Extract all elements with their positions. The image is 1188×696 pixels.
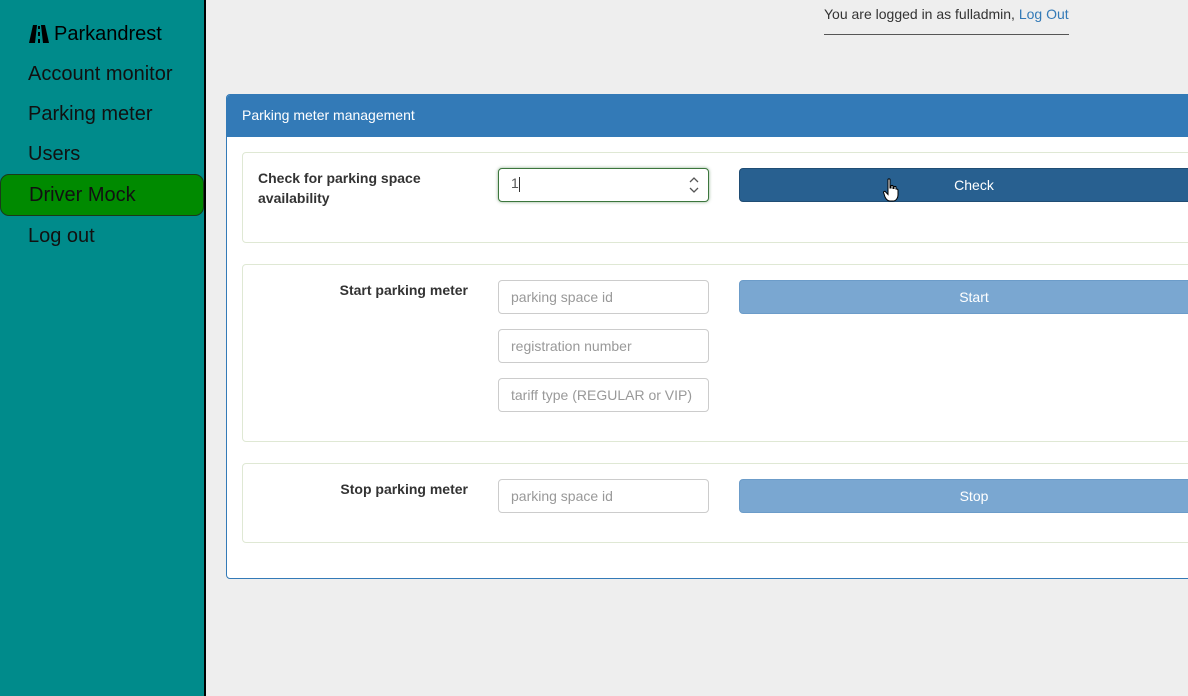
check-button[interactable]: Check — [739, 168, 1188, 202]
panel-title: Parking meter management — [227, 95, 1188, 137]
check-availability-label: Check for parking space availability — [258, 168, 458, 208]
sidebar: Parkandrest Account monitor Parking mete… — [0, 0, 206, 696]
logout-link[interactable]: Log Out — [1019, 6, 1069, 22]
start-meter-section: Start parking meter Start — [242, 264, 1188, 442]
sidebar-item-account-monitor[interactable]: Account monitor — [28, 60, 173, 88]
road-icon — [28, 23, 50, 45]
check-availability-section: Check for parking space availability 1 C… — [242, 152, 1188, 243]
parking-meter-panel: Parking meter management Check for parki… — [226, 94, 1188, 579]
sidebar-item-driver-mock[interactable]: Driver Mock — [0, 174, 204, 216]
check-label-line1: Check for parking space — [258, 170, 421, 186]
check-input-value: 1 — [511, 175, 519, 191]
start-button[interactable]: Start — [739, 280, 1188, 314]
stop-button[interactable]: Stop — [739, 479, 1188, 513]
number-spinner-icon[interactable] — [688, 175, 700, 195]
start-meter-label: Start parking meter — [339, 282, 468, 298]
brand[interactable]: Parkandrest — [28, 20, 162, 48]
check-space-id-input[interactable]: 1 — [498, 168, 709, 202]
sidebar-item-parking-meter[interactable]: Parking meter — [28, 100, 153, 128]
logged-in-text: You are logged in as fulladmin, — [824, 6, 1019, 22]
check-label-line2: availability — [258, 190, 330, 206]
sidebar-item-log-out[interactable]: Log out — [28, 222, 95, 250]
sidebar-item-users[interactable]: Users — [28, 140, 80, 168]
user-status-bar: You are logged in as fulladmin, Log Out — [824, 5, 1069, 35]
start-space-id-input[interactable] — [498, 280, 709, 314]
stop-space-id-input[interactable] — [498, 479, 709, 513]
brand-label: Parkandrest — [54, 22, 162, 45]
text-caret — [518, 176, 520, 192]
hand-pointer-icon — [883, 178, 899, 202]
tariff-type-input[interactable] — [498, 378, 709, 412]
stop-meter-label: Stop parking meter — [340, 481, 468, 497]
registration-number-input[interactable] — [498, 329, 709, 363]
stop-meter-section: Stop parking meter Stop — [242, 463, 1188, 543]
